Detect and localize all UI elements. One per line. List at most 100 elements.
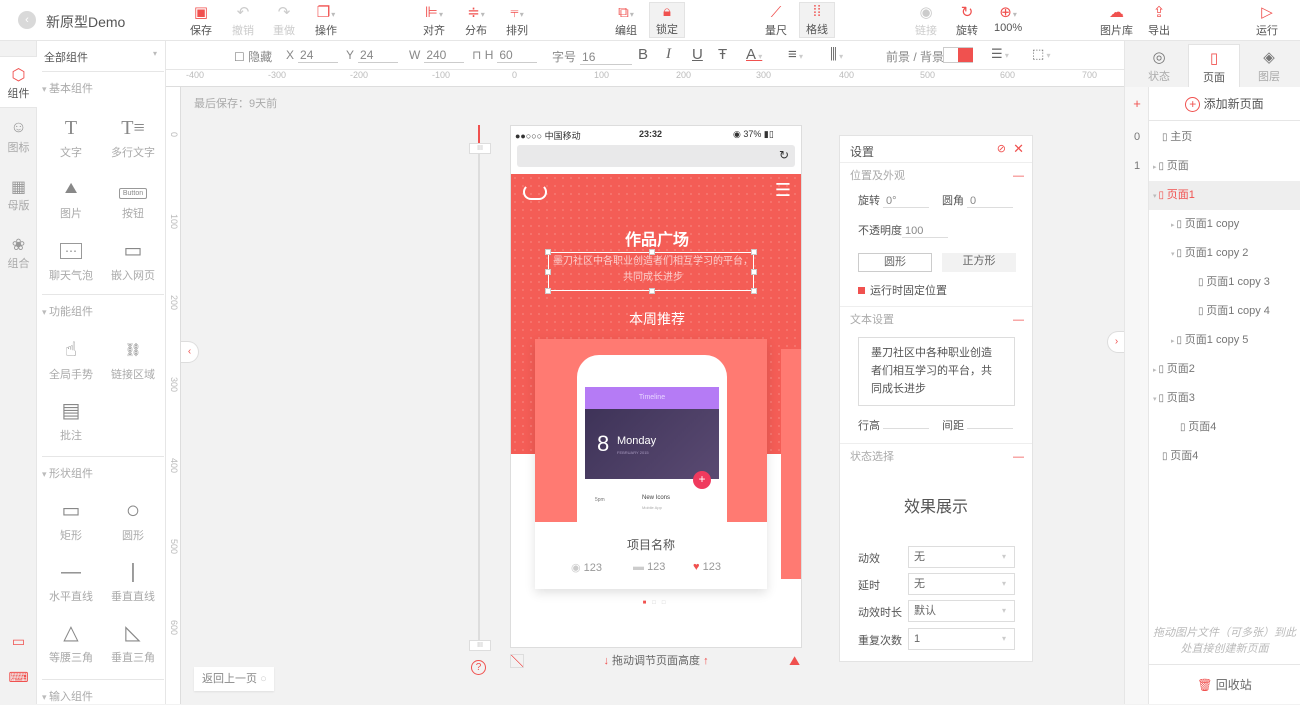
expand-right-icon[interactable]: ▸ <box>1153 367 1157 374</box>
background-image-icon[interactable]: ⛰ <box>789 648 800 674</box>
grid-button[interactable]: ⁞⁞ 格线 <box>799 2 835 38</box>
collapse-left-panel-button[interactable]: ‹ <box>181 341 199 363</box>
component-filter-select[interactable]: 全部组件 ▾ <box>44 49 159 65</box>
carousel-dot[interactable]: □ <box>652 600 662 606</box>
page-tree-item[interactable]: ▸ ▯ 页面1 copy 5 <box>1149 326 1300 355</box>
rail-masters[interactable]: ▦ 母版 <box>0 177 37 213</box>
next-card-peek[interactable] <box>781 349 801 579</box>
comp-right-triangle[interactable]: ◺ 垂直三角 <box>103 621 163 665</box>
section-functional[interactable]: 功能组件 <box>42 294 164 319</box>
resize-handle[interactable] <box>751 249 757 255</box>
font-color-button[interactable]: A ▾ <box>746 46 762 63</box>
page-tree-item[interactable]: ▸ ▯ 页面 <box>1149 152 1300 181</box>
fixed-position-checkbox[interactable]: 运行时固定位置 <box>858 282 947 298</box>
fg-bg-color-picker[interactable] <box>943 47 973 63</box>
w-field[interactable]: W 240 <box>409 48 465 63</box>
hide-checkbox[interactable]: ☐ 隐藏 <box>234 48 272 65</box>
letter-spacing-field[interactable]: 间距 <box>942 416 1013 433</box>
repeat-select[interactable]: 1 <box>908 628 1015 650</box>
page-tree-item[interactable]: ▾ ▯ 页面3 <box>1149 384 1300 413</box>
add-page-button[interactable]: + 添加新页面 <box>1149 95 1300 121</box>
project-title[interactable]: 新原型Demo <box>46 12 125 32</box>
h-field[interactable]: ⊓ H 60 <box>472 48 538 63</box>
hero-title[interactable]: 作品广场 <box>511 226 801 250</box>
rotate-field[interactable]: 旋转 0° <box>858 192 929 208</box>
expand-down-icon[interactable]: ▾ <box>1153 396 1157 403</box>
rotate-button[interactable]: ↻ 旋转 <box>956 4 978 38</box>
x-field[interactable]: X 24 <box>286 48 339 63</box>
duration-select[interactable]: 默认 <box>908 600 1015 622</box>
keyboard-icon[interactable]: ⌨ <box>0 669 37 686</box>
collapse-right-panel-button[interactable]: › <box>1107 331 1125 353</box>
page-tree-item[interactable]: ▾ ▯ 页面1 copy 2 <box>1149 239 1300 268</box>
section-input[interactable]: 输入组件 <box>42 679 164 704</box>
export-button[interactable]: ⇪ 导出 <box>1148 4 1170 38</box>
collapse-icon[interactable]: — <box>1013 163 1024 189</box>
expand-right-icon[interactable]: ▸ <box>1171 222 1175 229</box>
run-button[interactable]: ▷ 运行 <box>1256 4 1278 38</box>
lock-ratio-icon[interactable]: ⊓ <box>472 48 485 62</box>
tab-layers[interactable]: ◈ 图层 <box>1243 44 1295 87</box>
text-align-button[interactable]: ≡ ▾ <box>788 46 803 63</box>
back-to-previous-page-button[interactable]: 返回上一页 ○ <box>194 667 274 691</box>
level-number[interactable]: 0 <box>1125 131 1149 143</box>
collapse-icon[interactable]: — <box>1013 444 1024 470</box>
vertical-align-button[interactable]: ⫼ ▾ <box>830 46 843 63</box>
tab-pages[interactable]: ▯ 页面 <box>1188 44 1240 87</box>
comp-text[interactable]: T 文字 <box>41 116 101 160</box>
rail-components[interactable]: ⬡ 组件 <box>0 56 37 108</box>
link-button[interactable]: ◉ 链接 <box>915 4 937 38</box>
section-basic[interactable]: 基本组件 <box>42 71 164 96</box>
carousel-dot[interactable]: □ <box>662 600 672 606</box>
text-content-textarea[interactable]: 墨刀社区中各种职业创造者们相互学习的平台，共同成长进步 <box>858 337 1015 406</box>
resize-handle[interactable] <box>545 269 551 275</box>
expand-right-icon[interactable]: ▸ <box>1171 338 1175 345</box>
delay-select[interactable]: 无 <box>908 573 1015 595</box>
likes-stat[interactable]: ♥ 123 <box>693 561 721 573</box>
section-position-appearance[interactable]: 位置及外观 — <box>840 162 1032 188</box>
recycle-bin-button[interactable]: 🗑︎ 回收站 <box>1149 664 1300 704</box>
level-number[interactable]: 1 <box>1125 160 1149 172</box>
align-button[interactable]: ⊫▾ 对齐 <box>423 4 445 38</box>
help-icon[interactable]: ? <box>471 660 486 675</box>
circle-button[interactable]: 圆形 <box>858 253 932 272</box>
page-tree-item[interactable]: ▾ ▯ 页面1 <box>1149 181 1300 210</box>
comp-annotation[interactable]: ▤ 批注 <box>41 399 101 443</box>
resize-handle[interactable] <box>649 288 655 294</box>
expand-down-icon[interactable]: ▾ <box>1171 251 1175 258</box>
underline-button[interactable]: U <box>692 46 703 63</box>
rail-icons[interactable]: ☺ 图标 <box>0 119 37 155</box>
page-height-drag-bar[interactable]: ↓ 拖动调节页面高度 ↑ ⛰ <box>510 648 802 674</box>
page-tree-item[interactable]: ▸ ▯ 页面2 <box>1149 355 1300 384</box>
shadow-button[interactable]: ⬚ ▾ <box>1032 46 1051 62</box>
animation-select[interactable]: 无 <box>908 546 1015 568</box>
comp-circle[interactable]: ○ 圆形 <box>103 499 163 543</box>
arrange-button[interactable]: ⫧▾ 排列 <box>506 4 528 38</box>
image-library-button[interactable]: ☁ 图片库 <box>1100 4 1133 38</box>
comp-embed-web[interactable]: ▭ 嵌入网页 <box>103 239 163 283</box>
menu-icon[interactable]: ☰ <box>775 180 791 201</box>
bg-color-swatch[interactable] <box>958 48 973 62</box>
chat-feedback-icon[interactable]: ▭ <box>0 633 37 650</box>
font-size-field[interactable]: 字号 16 <box>552 48 633 65</box>
line-height-field[interactable]: 行高 <box>858 416 929 433</box>
page-tree-item[interactable]: ▯ 页面1 copy 3 <box>1149 268 1300 297</box>
collapse-icon[interactable]: — <box>1013 307 1024 333</box>
comp-link-area[interactable]: ⛓ 链接区域 <box>103 338 163 382</box>
page-tree-item[interactable]: ▯ 页面1 copy 4 <box>1149 297 1300 326</box>
section-shapes[interactable]: 形状组件 <box>42 456 164 481</box>
border-style-button[interactable]: ☰ ▾ <box>991 46 1009 62</box>
redo-button[interactable]: ↷ 重做 <box>273 4 295 38</box>
square-button[interactable]: 正方形 <box>942 253 1016 272</box>
save-button[interactable]: ▣ 保存 <box>190 4 212 38</box>
page-tree-item[interactable]: ▯ 页面4 <box>1149 442 1300 471</box>
comp-isosceles-triangle[interactable]: △ 等腰三角 <box>41 621 101 665</box>
resize-handle[interactable] <box>649 249 655 255</box>
y-field[interactable]: Y 24 <box>346 48 399 63</box>
comp-global-gesture[interactable]: ☝ 全局手势 <box>41 338 101 382</box>
comp-button[interactable]: Button 按钮 <box>103 177 163 221</box>
bold-button[interactable]: B <box>638 46 648 63</box>
resize-handle[interactable] <box>545 249 551 255</box>
expand-right-icon[interactable]: ▸ <box>1153 164 1157 171</box>
page-height-slider[interactable] <box>478 125 480 645</box>
